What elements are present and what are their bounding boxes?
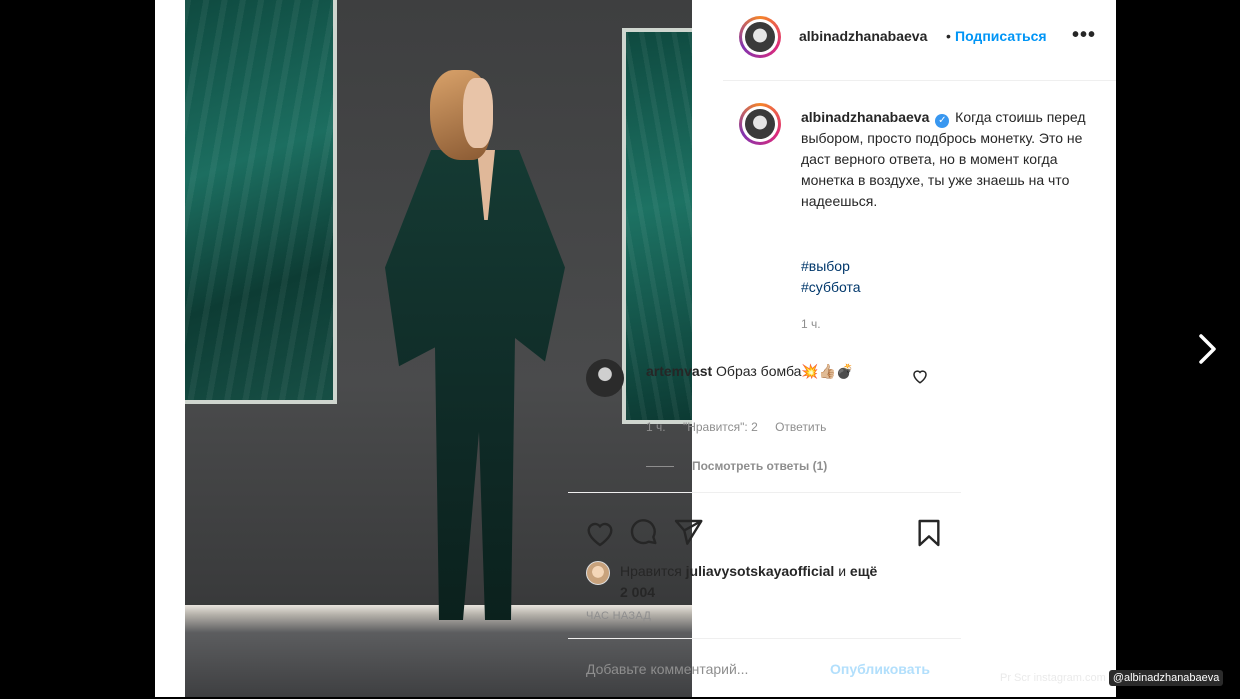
replies-divider: [646, 466, 674, 468]
reply-button[interactable]: Ответить: [775, 420, 826, 434]
follow-button[interactable]: Подписаться: [955, 28, 1047, 44]
add-comment-bar: Добавьте комментарий... Опубликовать: [568, 638, 961, 699]
caption-text-block: albinadzhanabaeva ✓ Когда стоишь перед в…: [801, 107, 1101, 212]
caption-timestamp[interactable]: 1 ч.: [801, 317, 821, 331]
watermark-source: Pr Scr instagram.com: [1000, 672, 1106, 684]
caption-author-username[interactable]: albinadzhanabaeva: [801, 109, 929, 125]
post-timestamp[interactable]: ЧАС НАЗАД: [586, 610, 651, 622]
likes-prefix: Нравится: [620, 563, 682, 579]
separator-dot: •: [946, 28, 951, 44]
next-post-chevron-icon[interactable]: [1196, 333, 1220, 365]
comment-text-block: artemvast Образ бомба💥👍🏼💣: [646, 361, 876, 382]
verified-badge-icon: ✓: [935, 114, 950, 128]
liker-avatar[interactable]: [586, 561, 610, 585]
post-header: albinadzhanabaeva • Подписаться •••: [723, 0, 1116, 81]
author-avatar[interactable]: [739, 16, 781, 58]
comment-timestamp[interactable]: 1 ч.: [646, 420, 666, 434]
publish-button[interactable]: Опубликовать: [830, 661, 930, 677]
hashtag-link[interactable]: #выбор: [801, 256, 861, 277]
comment-body: Образ бомба💥👍🏼💣: [716, 363, 854, 379]
save-bookmark-icon[interactable]: [913, 517, 945, 549]
more-options-icon[interactable]: •••: [1072, 24, 1096, 47]
view-replies-label: Посмотреть ответы (1): [692, 459, 828, 473]
hashtag-list: #выбор #суббота: [801, 256, 861, 298]
post-actions: Нравится juliavysotskayaofficial и ещё 2…: [568, 492, 961, 698]
comment-input[interactable]: Добавьте комментарий...: [586, 661, 748, 677]
caption-author-avatar[interactable]: [739, 103, 781, 145]
comment-like-icon[interactable]: [911, 367, 929, 385]
commenter-avatar[interactable]: [586, 359, 624, 397]
like-heart-icon[interactable]: [584, 517, 616, 549]
share-paper-plane-icon[interactable]: [672, 517, 704, 549]
person-suit: [385, 150, 565, 620]
view-replies-button[interactable]: Посмотреть ответы (1): [646, 459, 827, 473]
comment-bubble-icon[interactable]: [628, 517, 660, 549]
liker-username[interactable]: juliavysotskayaofficial: [686, 563, 835, 579]
person-face: [463, 78, 493, 148]
hashtag-link[interactable]: #суббота: [801, 277, 861, 298]
wall-painting-left: [185, 0, 337, 404]
likes-suffix: и: [838, 563, 847, 579]
watermark-handle: @albinadzhanabaeva: [1108, 670, 1224, 686]
commenter-username[interactable]: artemvast: [646, 363, 712, 379]
comment-meta: 1 ч. "Нравится": 2 Ответить: [646, 420, 840, 434]
source-watermark: Pr Scr instagram.com @albinadzhanabaeva: [1000, 670, 1224, 686]
author-username[interactable]: albinadzhanabaeva: [799, 28, 927, 44]
comment-like-count[interactable]: "Нравится": 2: [683, 420, 758, 434]
